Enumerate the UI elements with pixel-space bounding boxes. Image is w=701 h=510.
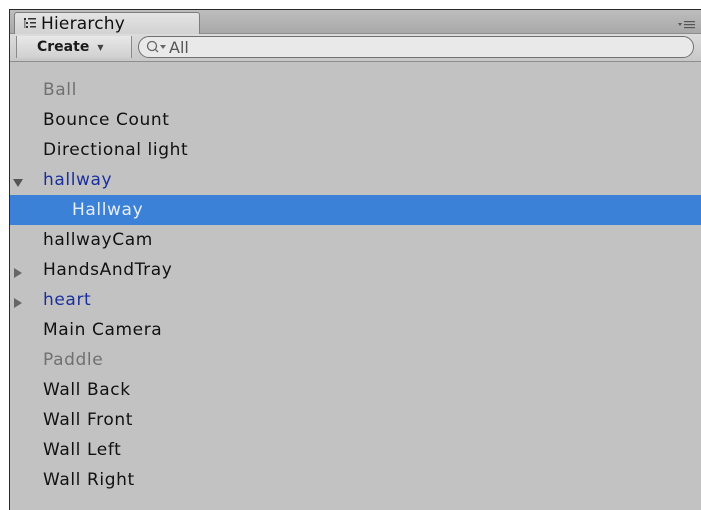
list-item[interactable]: Wall Front: [10, 405, 701, 435]
hierarchy-panel: Hierarchy Create ▼ All Ball Bounce Count…: [9, 9, 701, 510]
list-item[interactable]: Wall Back: [10, 375, 701, 405]
tab-title: Hierarchy: [41, 13, 125, 34]
list-item-label: hallway: [43, 170, 113, 190]
list-item[interactable]: Directional light: [10, 135, 701, 165]
list-item-label: Wall Front: [43, 410, 133, 430]
list-item-label: Hallway: [72, 200, 144, 220]
toolbar: Create ▼: [10, 34, 701, 62]
list-item-selected[interactable]: Hallway: [10, 195, 701, 225]
tab-strip: Hierarchy: [10, 10, 701, 34]
list-item-label: hallwayCam: [43, 230, 153, 250]
list-item[interactable]: hallway: [10, 165, 701, 195]
tab-hierarchy[interactable]: Hierarchy: [14, 12, 200, 34]
list-item-label: Wall Right: [43, 470, 135, 490]
list-item[interactable]: hallwayCam: [10, 225, 701, 255]
list-item[interactable]: Main Camera: [10, 315, 701, 345]
list-item[interactable]: heart: [10, 285, 701, 315]
collapsed-arrow-icon[interactable]: [12, 264, 24, 278]
search-input[interactable]: [169, 37, 669, 57]
search-field[interactable]: [138, 36, 694, 58]
create-button-label: Create: [37, 39, 90, 55]
list-item[interactable]: Wall Right: [10, 465, 701, 495]
search-dropdown-icon[interactable]: [145, 39, 169, 55]
list-item-label: Directional light: [43, 140, 189, 160]
panel-menu-icon[interactable]: [677, 16, 697, 29]
collapsed-arrow-icon[interactable]: [12, 294, 24, 308]
hierarchy-list: Ball Bounce Count Directional light hall…: [10, 75, 701, 495]
chevron-down-icon: ▼: [97, 42, 104, 52]
list-item[interactable]: Bounce Count: [10, 105, 701, 135]
list-item-label: Wall Left: [43, 440, 122, 460]
create-button[interactable]: Create ▼: [16, 36, 132, 58]
expanded-arrow-icon[interactable]: [12, 174, 24, 187]
list-item[interactable]: Wall Left: [10, 435, 701, 465]
list-item-label: Paddle: [43, 350, 104, 370]
list-item-label: HandsAndTray: [43, 260, 173, 280]
list-item-label: Main Camera: [43, 320, 163, 340]
list-item-label: heart: [43, 290, 92, 310]
list-item[interactable]: Paddle: [10, 345, 701, 375]
list-item[interactable]: Ball: [10, 75, 701, 105]
list-item[interactable]: HandsAndTray: [10, 255, 701, 285]
list-item-label: Ball: [43, 80, 77, 100]
list-item-label: Wall Back: [43, 380, 131, 400]
list-item-label: Bounce Count: [43, 110, 170, 130]
hierarchy-list-icon: [23, 17, 37, 31]
